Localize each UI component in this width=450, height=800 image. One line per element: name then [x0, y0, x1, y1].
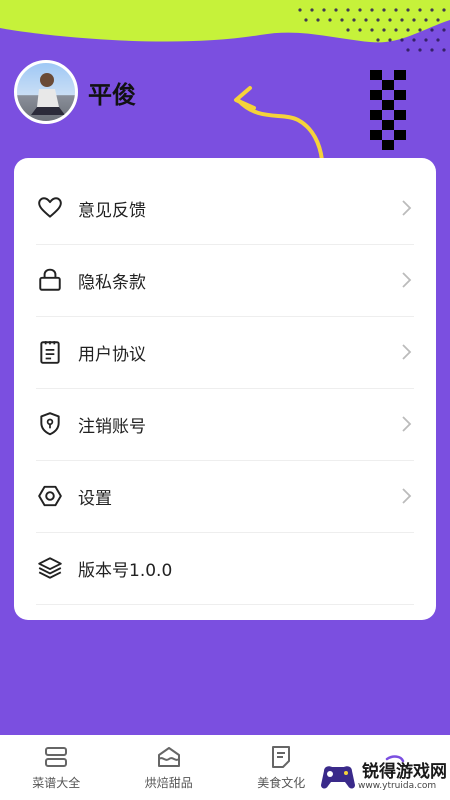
menu-item-label: 意见反馈 — [78, 200, 146, 221]
watermark-title: 锐得游戏网 — [362, 761, 447, 782]
menu-item-user-agreement[interactable]: 用户协议 — [36, 316, 414, 389]
watermark: 锐得游戏网 www.ytruida.com — [318, 756, 448, 798]
note-icon — [272, 746, 291, 768]
tab-label: 美食文化 — [257, 776, 306, 790]
settings-menu-card: 意见反馈 隐私条款 用户协议 注销账号 设置 版本号1.0.0 — [14, 158, 436, 620]
menu-item-label: 用户协议 — [78, 344, 146, 365]
user-profile[interactable]: 平俊 — [14, 60, 136, 124]
avatar[interactable] — [14, 60, 78, 124]
chevron-right-icon — [402, 344, 412, 360]
layers-icon — [36, 554, 64, 582]
version-label: 版本号1.0.0 — [78, 560, 173, 581]
heart-icon — [36, 194, 64, 222]
hexagon-settings-icon — [36, 482, 64, 510]
curved-arrow-decoration — [234, 86, 324, 162]
chevron-right-icon — [402, 200, 412, 216]
chevron-right-icon — [402, 488, 412, 504]
menu-item-version: 版本号1.0.0 — [36, 532, 414, 605]
chevron-right-icon — [402, 272, 412, 288]
menu-item-label: 设置 — [78, 488, 112, 509]
username: 平俊 — [88, 80, 136, 109]
tab-recipes[interactable]: 菜谱大全 — [0, 735, 113, 800]
checker-decoration — [370, 70, 406, 150]
tab-label: 菜谱大全 — [32, 776, 81, 790]
tab-label: 烘焙甜品 — [144, 776, 193, 790]
cake-icon — [157, 747, 180, 767]
shield-key-icon — [36, 410, 64, 438]
chevron-right-icon — [402, 416, 412, 432]
tab-baking[interactable]: 烘焙甜品 — [113, 735, 226, 800]
document-icon — [36, 338, 64, 366]
menu-item-feedback[interactable]: 意见反馈 — [36, 172, 414, 245]
menu-item-privacy[interactable]: 隐私条款 — [36, 244, 414, 317]
menu-item-label: 隐私条款 — [78, 272, 146, 293]
menu-list-icon — [45, 747, 68, 767]
menu-item-label: 注销账号 — [78, 416, 146, 437]
menu-item-delete-account[interactable]: 注销账号 — [36, 388, 414, 461]
controller-logo-icon — [321, 766, 355, 789]
watermark-url: www.ytruida.com — [358, 780, 437, 791]
lock-icon — [36, 266, 64, 294]
menu-item-settings[interactable]: 设置 — [36, 460, 414, 533]
